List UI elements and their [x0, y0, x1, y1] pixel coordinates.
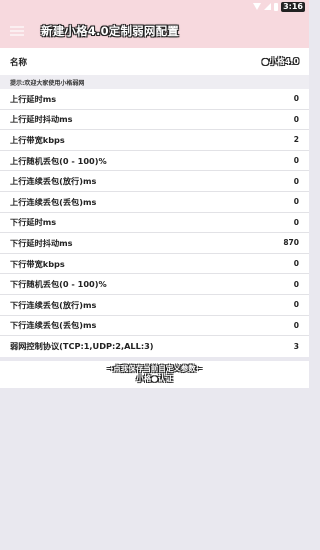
- param-row-downlink-delay[interactable]: 下行延时ms 0: [0, 213, 309, 234]
- battery-icon: [274, 2, 279, 11]
- param-row-downlink-burst-drop[interactable]: 下行连续丢包(丢包)ms 0: [0, 316, 309, 337]
- param-label: 下行连续丢包(丢包)ms: [10, 320, 97, 331]
- param-value: 0: [293, 114, 299, 124]
- name-row[interactable]: 名称 ●小格4.0: [0, 48, 309, 75]
- page-title: 新建小格4.0定制弱网配置: [41, 23, 179, 38]
- param-value: 0: [293, 217, 299, 227]
- param-row-uplink-bandwidth[interactable]: 上行带宽kbps 2: [0, 130, 309, 151]
- param-row-downlink-jitter[interactable]: 下行延时抖动ms 870: [0, 233, 309, 254]
- param-label: 上行延时抖动ms: [10, 114, 73, 125]
- param-label: 上行随机丢包(0 - 100)%: [10, 155, 107, 166]
- param-label: 弱网控制协议(TCP:1,UDP:2,ALL:3): [10, 341, 154, 352]
- param-value: 0: [293, 320, 299, 330]
- param-value: 0: [293, 197, 299, 207]
- menu-icon[interactable]: [10, 25, 24, 36]
- credit-text: 小格●认证: [136, 374, 173, 384]
- settings-card: 名称 ●小格4.0 提示:欢迎大家使用小格弱网 上行延时ms 0 上行延时抖动m…: [0, 48, 309, 357]
- param-value: 3: [293, 341, 299, 351]
- signal-icon: [264, 3, 272, 10]
- status-time: 3:16: [281, 1, 305, 12]
- param-row-downlink-bandwidth[interactable]: 下行带宽kbps 0: [0, 254, 309, 275]
- tip-text: 提示:欢迎大家使用小格弱网: [0, 75, 309, 89]
- save-text: →点我保存当前自定义参数←: [106, 364, 203, 374]
- param-value: 870: [283, 238, 299, 248]
- param-row-uplink-random-loss[interactable]: 上行随机丢包(0 - 100)% 0: [0, 151, 309, 172]
- param-row-uplink-jitter[interactable]: 上行延时抖动ms 0: [0, 110, 309, 131]
- param-row-downlink-random-loss[interactable]: 下行随机丢包(0 - 100)% 0: [0, 274, 309, 295]
- param-row-uplink-burst-drop[interactable]: 上行连续丢包(丢包)ms 0: [0, 192, 309, 213]
- param-label: 下行带宽kbps: [10, 258, 65, 269]
- name-label: 名称: [10, 57, 28, 68]
- content: 名称 ●小格4.0 提示:欢迎大家使用小格弱网 上行延时ms 0 上行延时抖动m…: [0, 48, 309, 550]
- status-bar: 3:16: [0, 0, 309, 13]
- param-value: 0: [293, 300, 299, 310]
- param-label: 下行随机丢包(0 - 100)%: [10, 279, 107, 290]
- wifi-icon: [253, 3, 262, 10]
- param-label: 上行延时ms: [10, 93, 57, 104]
- param-label: 下行延时抖动ms: [10, 237, 73, 248]
- param-label: 下行连续丢包(放行)ms: [10, 299, 97, 310]
- param-label: 上行连续丢包(丢包)ms: [10, 196, 97, 207]
- param-row-downlink-burst-pass[interactable]: 下行连续丢包(放行)ms 0: [0, 295, 309, 316]
- param-label: 下行延时ms: [10, 217, 57, 228]
- app-bar: 新建小格4.0定制弱网配置: [0, 13, 309, 48]
- param-value: 0: [293, 176, 299, 186]
- param-label: 上行连续丢包(放行)ms: [10, 176, 97, 187]
- param-row-uplink-delay[interactable]: 上行延时ms 0: [0, 89, 309, 110]
- param-value: 0: [293, 94, 299, 104]
- param-value: 0: [293, 279, 299, 289]
- param-row-uplink-burst-pass[interactable]: 上行连续丢包(放行)ms 0: [0, 171, 309, 192]
- param-label: 上行带宽kbps: [10, 134, 65, 145]
- param-value: 0: [293, 156, 299, 166]
- save-button[interactable]: →点我保存当前自定义参数← 小格●认证: [0, 360, 309, 388]
- param-value: 0: [293, 259, 299, 269]
- param-row-protocol[interactable]: 弱网控制协议(TCP:1,UDP:2,ALL:3) 3: [0, 336, 309, 357]
- param-value: 2: [293, 135, 299, 145]
- name-value: ●小格4.0: [261, 57, 299, 66]
